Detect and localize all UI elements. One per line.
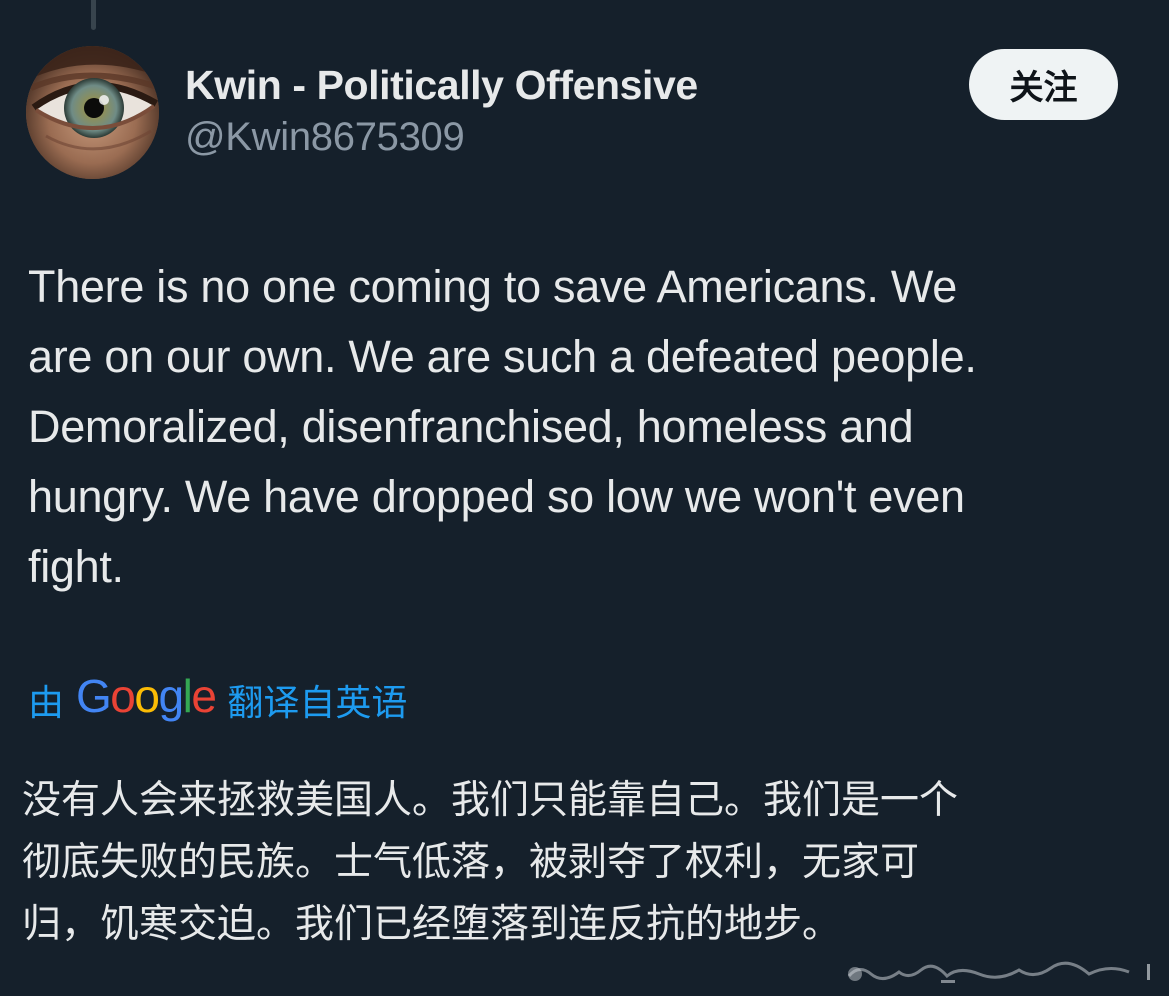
author-handle[interactable]: @Kwin8675309 xyxy=(185,115,465,160)
avatar[interactable] xyxy=(26,46,159,179)
tweet-text-line: hungry. We have dropped so low we won't … xyxy=(28,471,965,522)
google-logo-letter: g xyxy=(158,670,184,722)
signature-watermark-icon xyxy=(829,958,1159,988)
google-logo-letter: G xyxy=(76,670,112,722)
tweet-text-line: There is no one coming to save Americans… xyxy=(28,261,957,312)
translated-text-line: 彻底失败的民族。士气低落，被剥夺了权利，无家可 xyxy=(22,840,920,885)
google-logo-letter: o xyxy=(134,670,160,722)
translated-text-line: 没有人会来拯救美国人。我们只能靠自己。我们是一个 xyxy=(22,778,959,823)
google-logo-letter: o xyxy=(110,670,136,722)
tweet-text: There is no one coming to save Americans… xyxy=(28,252,1148,602)
tweet-text-line: are on our own. We are such a defeated p… xyxy=(28,331,977,382)
tweet-text-line: Demoralized, disenfranchised, homeless a… xyxy=(28,401,914,452)
google-logo-letter: e xyxy=(191,670,217,722)
translated-text-line: 归，饥寒交迫。我们已经堕落到连反抗的地步。 xyxy=(22,902,842,947)
google-logo-letter: l xyxy=(182,670,193,722)
author-display-name[interactable]: Kwin - Politically Offensive xyxy=(185,62,698,109)
translation-attribution-link[interactable]: 由 Google 翻译自英语 xyxy=(28,669,408,728)
google-logo: Google xyxy=(76,669,217,723)
translation-suffix: 翻译自英语 xyxy=(227,683,408,724)
tweet-text-line: fight. xyxy=(28,541,124,592)
thread-connector-line xyxy=(91,0,96,30)
translated-tweet-text: 没有人会来拯救美国人。我们只能靠自己。我们是一个 彻底失败的民族。士气低落，被剥… xyxy=(22,770,1142,956)
translation-prefix: 由 xyxy=(28,683,65,724)
follow-button[interactable]: 关注 xyxy=(969,49,1118,120)
